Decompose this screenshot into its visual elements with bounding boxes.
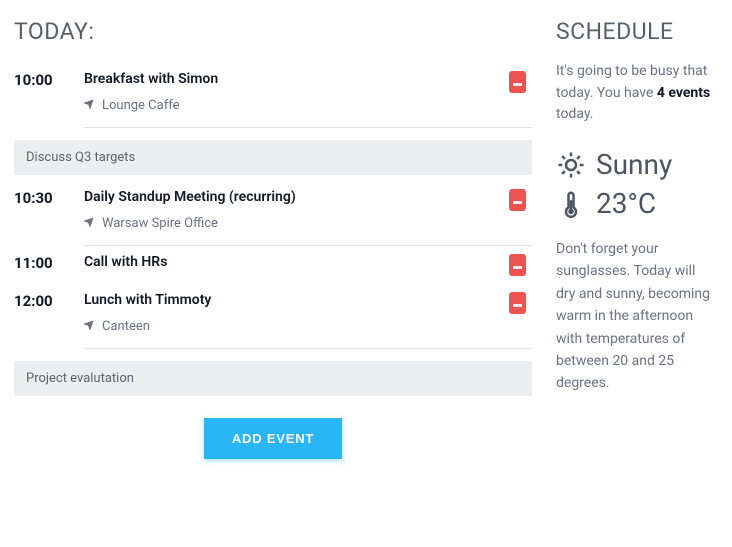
- event-item: 12:00Lunch with Timmoty Canteen Project ev…: [14, 284, 532, 396]
- event-time: 12:00: [14, 292, 84, 310]
- weather-condition: Sunny: [596, 148, 672, 181]
- weather-condition-row: Sunny: [556, 148, 716, 181]
- location-arrow-icon: [84, 318, 96, 334]
- event-time: 10:30: [14, 189, 84, 207]
- event-list: 10:00Breakfast with Simon Lounge Caffe Dis…: [14, 63, 532, 396]
- event-item: 10:30Daily Standup Meeting (recurring) Wa…: [14, 181, 532, 246]
- location-arrow-icon: [84, 97, 96, 113]
- weather-temp: 23°C: [596, 187, 656, 220]
- schedule-title: SCHEDULE: [556, 18, 716, 45]
- event-title: Lunch with Timmoty: [84, 292, 492, 308]
- event-location: Lounge Caffe: [84, 97, 492, 113]
- schedule-subtitle-post: today.: [556, 106, 593, 122]
- today-panel: TODAY: 10:00Breakfast with Simon Lounge C…: [14, 18, 532, 459]
- event-item: 10:00Breakfast with Simon Lounge Caffe Dis…: [14, 63, 532, 175]
- event-note: Discuss Q3 targets: [14, 140, 532, 175]
- minus-icon: [513, 74, 522, 90]
- event-title: Breakfast with Simon: [84, 71, 492, 87]
- event-location: Warsaw Spire Office: [84, 215, 492, 231]
- sun-gear-icon: [556, 150, 586, 180]
- schedule-subtitle: It's going to be busy that today. You ha…: [556, 61, 716, 126]
- event-location-text: Lounge Caffe: [102, 98, 180, 113]
- minus-icon: [513, 295, 522, 311]
- minus-icon: [513, 257, 522, 273]
- thermometer-icon: [556, 189, 586, 219]
- collapse-button[interactable]: [509, 71, 526, 93]
- schedule-event-count: 4 events: [657, 85, 710, 101]
- event-title: Call with HRs: [84, 254, 492, 270]
- event-time: 10:00: [14, 71, 84, 89]
- weather-temp-row: 23°C: [556, 187, 716, 220]
- event-note: Project evalutation: [14, 361, 532, 396]
- event-item: 11:00Call with HRs: [14, 246, 532, 284]
- schedule-panel: SCHEDULE It's going to be busy that toda…: [556, 18, 716, 459]
- event-location-text: Warsaw Spire Office: [102, 216, 218, 231]
- add-event-button[interactable]: ADD EVENT: [204, 418, 342, 459]
- collapse-button[interactable]: [509, 189, 526, 211]
- weather-forecast: Don't forget your sunglasses. Today will…: [556, 238, 716, 395]
- event-title: Daily Standup Meeting (recurring): [84, 189, 492, 205]
- event-time: 11:00: [14, 254, 84, 272]
- today-title: TODAY:: [14, 18, 532, 45]
- minus-icon: [513, 192, 522, 208]
- event-location-text: Canteen: [102, 319, 150, 334]
- collapse-button[interactable]: [509, 254, 526, 276]
- event-location: Canteen: [84, 318, 492, 334]
- collapse-button[interactable]: [509, 292, 526, 314]
- location-arrow-icon: [84, 215, 96, 231]
